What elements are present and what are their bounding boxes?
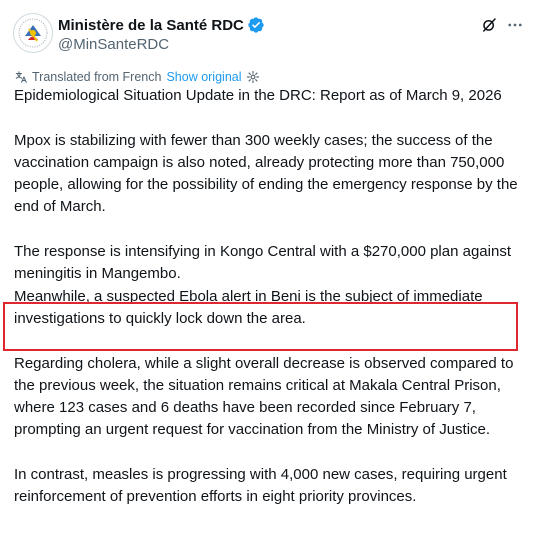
ministry-logo-icon [16, 16, 50, 50]
post-body: Epidemiological Situation Update in the … [14, 85, 526, 509]
grok-icon [483, 18, 496, 32]
translated-label: Translated from French [32, 70, 162, 84]
post-paragraph-cholera: Regarding cholera, while a slight overal… [14, 354, 514, 439]
post-paragraph-measles: In contrast, measles is progressing with… [14, 466, 507, 506]
more-options-button[interactable] [504, 14, 526, 36]
translation-bar: Translated from French Show original [14, 68, 260, 86]
author-display-name[interactable]: Ministère de la Santé RDC [58, 17, 244, 34]
verified-badge-icon[interactable] [247, 16, 265, 34]
gear-icon[interactable] [246, 70, 260, 84]
more-icon [508, 23, 522, 27]
translate-icon [15, 71, 27, 83]
grok-button[interactable] [478, 14, 500, 36]
post-title: Epidemiological Situation Update in the … [14, 87, 502, 104]
post-paragraph-ebola: Meanwhile, a suspected Ebola alert in Be… [14, 287, 483, 327]
avatar[interactable] [13, 13, 53, 53]
post-paragraph-mpox: Mpox is stabilizing with fewer than 300 … [14, 131, 518, 216]
show-original-link[interactable]: Show original [166, 70, 241, 84]
author-handle[interactable]: @MinSanteRDC [58, 36, 169, 53]
post-paragraph-meningitis: The response is intensifying in Kongo Ce… [14, 243, 511, 283]
author-name-row: Ministère de la Santé RDC [58, 15, 265, 35]
